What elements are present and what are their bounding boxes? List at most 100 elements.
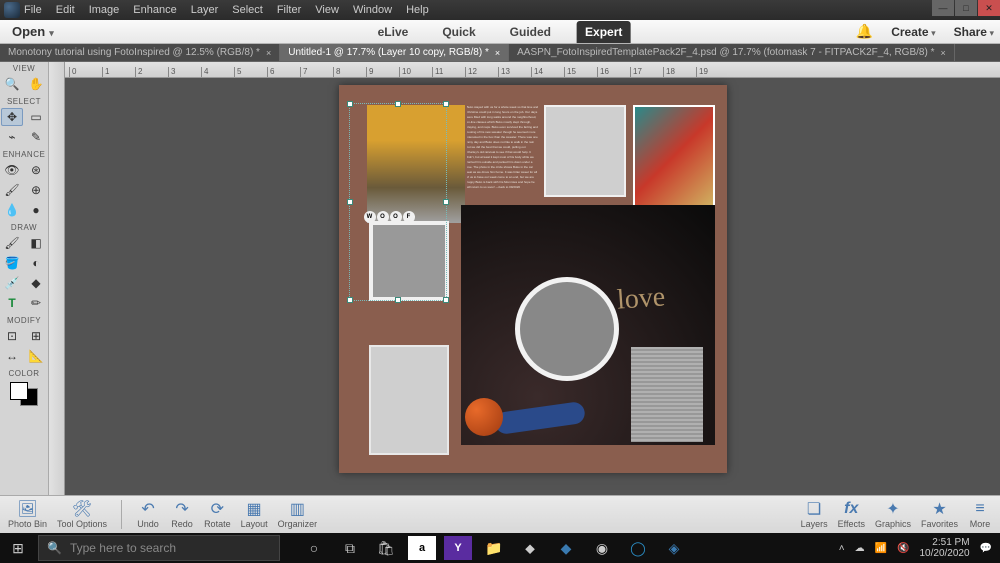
clone-stamp-tool[interactable]: ⊕ (25, 181, 47, 199)
tool-panel: VIEW 🔍✋ SELECT ✥▭⌁✎ ENHANCE 👁⊛🖌⊕💧● DRAW … (0, 62, 49, 495)
menu-layer[interactable]: Layer (191, 4, 219, 16)
sponge-tool[interactable]: ● (25, 201, 47, 219)
selection-bounds[interactable] (349, 103, 447, 301)
amazon-app[interactable]: a (408, 536, 436, 560)
zoom-tool[interactable]: 🔍 (1, 75, 23, 93)
blur-tool[interactable]: 💧 (1, 201, 23, 219)
chrome-app[interactable]: ◉ (588, 536, 616, 560)
photo-frame-left[interactable] (369, 345, 449, 455)
ruler-vertical (49, 62, 65, 495)
window-close[interactable]: ✕ (978, 0, 1000, 16)
redo-button[interactable]: ↷Redo (170, 500, 194, 529)
marquee-tool[interactable]: ▭ (25, 108, 47, 126)
photo-bin-label: Photo Bin (8, 519, 47, 529)
hand-tool[interactable]: ✋ (25, 75, 47, 93)
circle-frame[interactable] (515, 277, 619, 381)
pencil-tool[interactable]: ✏ (25, 294, 47, 312)
photoshop-app[interactable]: ◆ (552, 536, 580, 560)
yahoo-app[interactable]: Y (444, 536, 472, 560)
edge-app[interactable]: ◯ (624, 536, 652, 560)
color-swatch[interactable] (8, 380, 40, 408)
menu-enhance[interactable]: Enhance (133, 4, 176, 16)
search-box[interactable]: 🔍Type here to search (38, 535, 280, 561)
lasso-tool[interactable]: ⌁ (1, 128, 23, 146)
photo-bin-button[interactable]: 🖼Photo Bin (8, 500, 47, 529)
type-tool[interactable]: T (1, 294, 23, 312)
dropbox-app[interactable]: ⬥ (516, 536, 544, 560)
favorites-label: Favorites (921, 519, 958, 529)
menu-select[interactable]: Select (232, 4, 263, 16)
spot-heal-tool[interactable]: ⊛ (25, 161, 47, 179)
move-tool[interactable]: ✥ (1, 108, 23, 126)
pse-app[interactable]: ◈ (660, 536, 688, 560)
paint-bucket-tool[interactable]: 🪣 (1, 254, 23, 272)
layout-button[interactable]: ▦Layout (241, 500, 268, 529)
bottom-panel: 🖼Photo Bin 🛠Tool Options ↶Undo ↷Redo ⟳Ro… (0, 495, 1000, 533)
close-icon[interactable]: × (940, 48, 945, 58)
photo-frame-top[interactable] (544, 105, 626, 197)
menu-view[interactable]: View (315, 4, 339, 16)
taskview-icon[interactable]: ⧉ (336, 536, 364, 560)
gradient-tool[interactable]: ◐ (25, 254, 47, 272)
tray-up-icon[interactable]: ˄ (839, 543, 845, 554)
tray-wifi-icon[interactable]: 📶 (875, 543, 887, 554)
eyedropper-tool[interactable]: 💉 (1, 274, 23, 292)
layers-label: Layers (801, 519, 828, 529)
close-icon[interactable]: × (495, 48, 500, 58)
doc-tab-3[interactable]: AASPN_FotoInspiredTemplatePack2F_4.psd @… (509, 44, 955, 61)
start-button[interactable]: ⊞ (0, 533, 36, 563)
tool-options-button[interactable]: 🛠Tool Options (57, 500, 107, 529)
doc-tab-1[interactable]: Monotony tutorial using FotoInspired @ 1… (0, 44, 280, 61)
mode-expert[interactable]: Expert (577, 21, 630, 43)
clock[interactable]: 2:51 PM10/20/2020 (919, 537, 969, 559)
effects-button[interactable]: fxEffects (838, 500, 865, 529)
smart-brush-tool[interactable]: 🖌 (1, 181, 23, 199)
store-app[interactable]: 🛍 (372, 536, 400, 560)
create-button[interactable]: Create (891, 25, 935, 39)
rotate-button[interactable]: ⟳Rotate (204, 500, 231, 529)
menu-filter[interactable]: Filter (277, 4, 301, 16)
quick-select-tool[interactable]: ✎ (25, 128, 47, 146)
content-aware-tool[interactable]: ↔ (1, 347, 23, 365)
crop-tool[interactable]: ⊡ (1, 327, 23, 345)
close-icon[interactable]: × (266, 48, 271, 58)
redeye-tool[interactable]: 👁 (1, 161, 23, 179)
menu-help[interactable]: Help (406, 4, 429, 16)
scrapbook-page[interactable]: Buko stayed with us for a whole week so … (339, 85, 727, 473)
tray-volume-icon[interactable]: 🔇 (897, 543, 909, 554)
workspace[interactable]: Buko stayed with us for a whole week so … (65, 78, 1000, 479)
ruler-tick: 0 (69, 67, 102, 77)
shape-tool[interactable]: ◆ (25, 274, 47, 292)
recompose-tool[interactable]: ⊞ (25, 327, 47, 345)
brush-tool[interactable]: 🖌 (1, 234, 23, 252)
layers-button[interactable]: ❏Layers (801, 500, 828, 529)
organizer-button[interactable]: ▥Organizer (278, 500, 318, 529)
mode-quick[interactable]: Quick (434, 21, 483, 43)
explorer-app[interactable]: 📁 (480, 536, 508, 560)
graphics-button[interactable]: ✦Graphics (875, 500, 911, 529)
favorites-button[interactable]: ★Favorites (921, 500, 958, 529)
menu-window[interactable]: Window (353, 4, 392, 16)
cortana-icon[interactable]: ○ (300, 536, 328, 560)
tray-cloud-icon[interactable]: ☁ (855, 543, 865, 554)
window-maximize[interactable]: □ (955, 0, 977, 16)
menu-image[interactable]: Image (89, 4, 120, 16)
love-wordart[interactable]: love (615, 281, 665, 316)
undo-button[interactable]: ↶Undo (136, 500, 160, 529)
menu-file[interactable]: File (24, 4, 42, 16)
eraser-tool[interactable]: ◧ (25, 234, 47, 252)
notification-center-icon[interactable]: 💬 (980, 543, 992, 554)
paper-texture[interactable] (631, 347, 703, 442)
notifications-icon[interactable]: 🔔 (856, 23, 873, 40)
window-minimize[interactable]: — (932, 0, 954, 16)
dog-photo[interactable] (633, 105, 715, 207)
menu-edit[interactable]: Edit (56, 4, 75, 16)
mode-guided[interactable]: Guided (502, 21, 559, 43)
section-modify: MODIFY (7, 316, 41, 325)
doc-tab-2[interactable]: Untitled-1 @ 17.7% (Layer 10 copy, RGB/8… (280, 44, 509, 61)
share-button[interactable]: Share (954, 25, 994, 39)
more-button[interactable]: ≡More (968, 500, 992, 529)
straighten-tool[interactable]: 📐 (25, 347, 47, 365)
open-button[interactable]: Open (12, 24, 54, 39)
mode-elive[interactable]: eLive (370, 21, 417, 43)
